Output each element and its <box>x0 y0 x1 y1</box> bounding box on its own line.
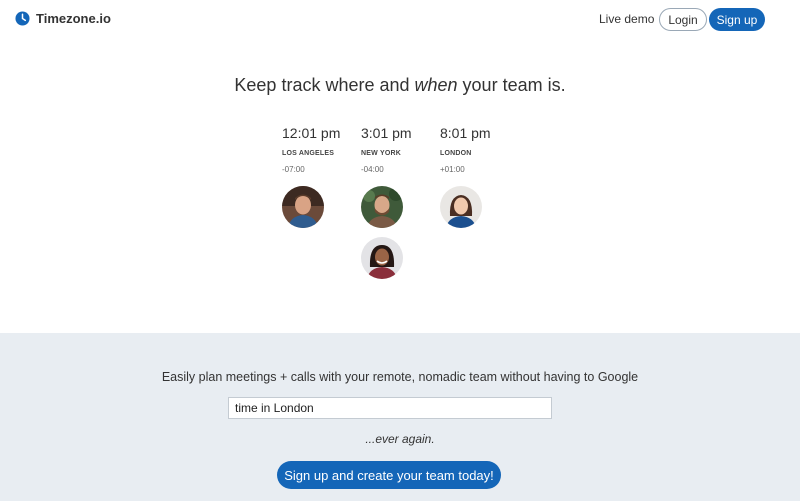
login-button[interactable]: Login <box>659 8 707 31</box>
hero-title-start: Keep track where and <box>234 75 415 95</box>
zone-time: 12:01 pm <box>282 125 341 141</box>
avatar[interactable] <box>361 186 403 228</box>
zone-time: 3:01 pm <box>361 125 412 141</box>
brand-name: Timezone.io <box>36 11 111 26</box>
timezone-new-york: 3:01 pm NEW YORK -04:00 <box>361 125 441 174</box>
signup-button[interactable]: Sign up <box>709 8 765 31</box>
zone-city: LOS ANGELES <box>282 150 335 157</box>
hero-title-emphasis: when <box>414 75 458 95</box>
brand[interactable]: Timezone.io <box>15 11 111 26</box>
timezone-los-angeles: 12:01 pm LOS ANGELES -07:00 <box>282 125 362 174</box>
signup-cta-button[interactable]: Sign up and create your team today! <box>277 461 501 489</box>
hero-title: Keep track where and when your team is. <box>0 75 800 96</box>
person-photo-icon <box>361 186 403 228</box>
zone-city: LONDON <box>440 150 472 157</box>
zone-offset: +01:00 <box>440 165 465 174</box>
hero-title-end: your team is. <box>457 75 566 95</box>
zone-time: 8:01 pm <box>440 125 491 141</box>
person-photo-icon <box>440 186 482 228</box>
person-photo-icon <box>282 186 324 228</box>
clock-icon <box>15 11 30 26</box>
ever-again-text: ...ever again. <box>365 432 435 446</box>
zone-city: NEW YORK <box>361 150 401 157</box>
person-photo-icon <box>361 237 403 279</box>
avatar[interactable] <box>361 237 403 279</box>
timezone-london: 8:01 pm LONDON +01:00 <box>440 125 520 174</box>
promo-tagline: Easily plan meetings + calls with your r… <box>161 370 639 384</box>
avatar[interactable] <box>282 186 324 228</box>
top-navbar: Timezone.io Live demo Login Sign up <box>0 0 800 40</box>
live-demo-link[interactable]: Live demo <box>599 12 654 26</box>
avatar[interactable] <box>440 186 482 228</box>
search-input[interactable] <box>228 397 552 419</box>
zone-offset: -04:00 <box>361 165 384 174</box>
zone-offset: -07:00 <box>282 165 305 174</box>
